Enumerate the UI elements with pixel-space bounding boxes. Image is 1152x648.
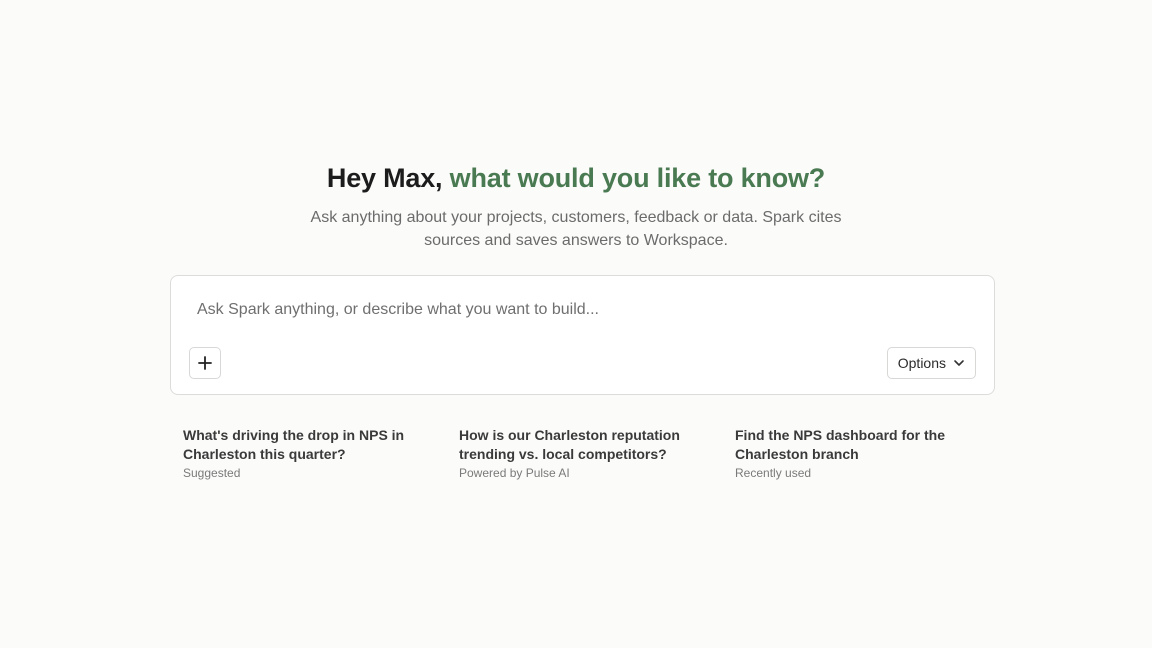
hero: Hey Max, what would you like to know? As… (0, 160, 1152, 252)
options-label: Options (897, 355, 946, 371)
suggestion-card[interactable]: Find the NPS dashboard for the Charlesto… (735, 426, 975, 481)
suggestion-source: Powered by Pulse AI (459, 466, 570, 480)
suggestion-title: Find the NPS dashboard for the Charlesto… (735, 427, 946, 462)
suggestion-list: What's driving the drop in NPS in Charle… (183, 426, 983, 481)
add-attachment-button[interactable] (189, 347, 221, 379)
suggestion-title: How is our Charleston reputation trendin… (459, 427, 680, 462)
page-title: Hey Max, what would you like to know? (0, 160, 1152, 196)
options-dropdown[interactable]: Options (886, 347, 976, 379)
page: Hey Max, what would you like to know? As… (0, 0, 1152, 648)
suggestion-card[interactable]: How is our Charleston reputation trendin… (459, 426, 699, 481)
suggestion-source: Recently used (735, 466, 812, 480)
greeting-prefix: Hey Max, (326, 163, 450, 193)
suggestion-title: What's driving the drop in NPS in Charle… (183, 427, 405, 462)
page-subtitle: Ask anything about your projects, custom… (310, 209, 842, 249)
prompt-input[interactable] (197, 296, 957, 324)
greeting-question: what would you like to know? (449, 163, 826, 193)
chevron-down-icon (954, 360, 964, 366)
plus-icon (198, 356, 212, 370)
suggestion-source: Suggested (183, 466, 241, 480)
prompt-composer: Options (170, 275, 995, 395)
suggestion-card[interactable]: What's driving the drop in NPS in Charle… (183, 426, 423, 481)
